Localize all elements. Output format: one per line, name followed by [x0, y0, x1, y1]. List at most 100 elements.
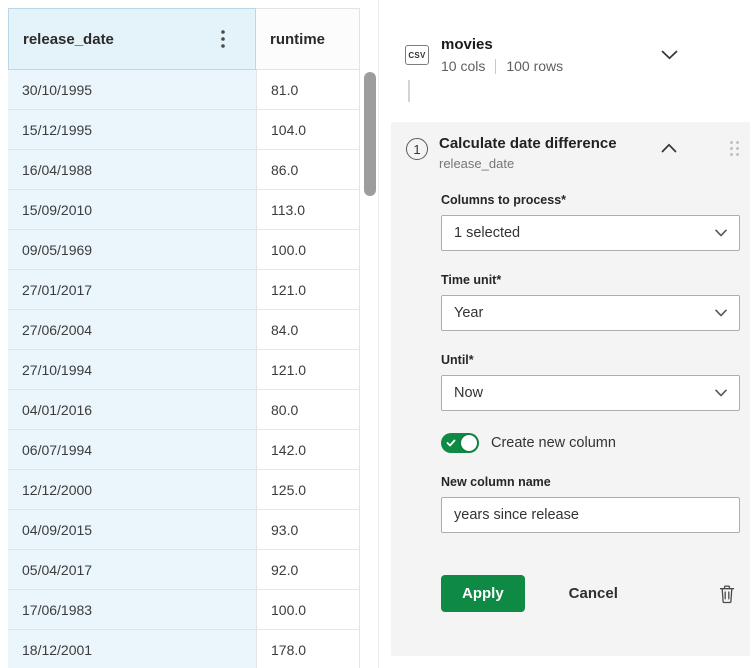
dataset-info: movies 10 cols 100 rows: [441, 36, 563, 74]
select-value: Year: [454, 305, 483, 321]
table-row: 15/09/2010113.0: [8, 190, 360, 230]
columns-to-process-field: Columns to process* 1 selected: [441, 193, 740, 251]
time-unit-select[interactable]: Year: [441, 295, 740, 331]
column-header-release-date[interactable]: release_date: [8, 8, 256, 70]
time-unit-field: Time unit* Year: [441, 273, 740, 331]
table-row: 15/12/1995104.0: [8, 110, 360, 150]
runtime-cell[interactable]: 104.0: [256, 110, 360, 150]
new-column-name-label: New column name: [441, 475, 740, 489]
table-row: 18/12/2001178.0: [8, 630, 360, 668]
table-row: 05/04/201792.0: [8, 550, 360, 590]
dataset-name[interactable]: movies: [441, 36, 563, 53]
runtime-cell[interactable]: 93.0: [256, 510, 360, 550]
chevron-down-icon: [715, 389, 727, 397]
table-row: 04/01/201680.0: [8, 390, 360, 430]
table-row: 06/07/1994142.0: [8, 430, 360, 470]
table-row: 16/04/198886.0: [8, 150, 360, 190]
check-icon: [446, 438, 456, 448]
step-card: 1 Calculate date difference release_date: [391, 122, 750, 656]
until-label: Until*: [441, 353, 740, 367]
table-body: 30/10/199581.015/12/1995104.016/04/19888…: [8, 70, 360, 668]
app-root: release_date runtime 30/10/199581.015/12…: [0, 0, 756, 668]
column-header-runtime[interactable]: runtime: [256, 8, 360, 70]
table-row: 09/05/1969100.0: [8, 230, 360, 270]
release-date-cell[interactable]: 12/12/2000: [8, 470, 256, 510]
release-date-cell[interactable]: 09/05/1969: [8, 230, 256, 270]
release-date-cell[interactable]: 27/10/1994: [8, 350, 256, 390]
new-column-name-field: New column name: [441, 475, 740, 533]
release-date-cell[interactable]: 05/04/2017: [8, 550, 256, 590]
release-date-cell[interactable]: 30/10/1995: [8, 70, 256, 110]
runtime-cell[interactable]: 84.0: [256, 310, 360, 350]
create-new-column-toggle[interactable]: [441, 433, 479, 453]
release-date-cell[interactable]: 06/07/1994: [8, 430, 256, 470]
select-value: 1 selected: [454, 225, 520, 241]
step-title: Calculate date difference: [439, 135, 617, 152]
column-menu-icon[interactable]: [221, 30, 225, 48]
column-header-label: release_date: [23, 31, 114, 48]
runtime-cell[interactable]: 178.0: [256, 630, 360, 668]
cancel-button[interactable]: Cancel: [569, 585, 618, 602]
dataset-meta: 10 cols 100 rows: [441, 58, 563, 74]
step-titles: Calculate date difference release_date: [439, 135, 617, 171]
collapse-chevron-up-icon[interactable]: [661, 143, 677, 153]
runtime-cell[interactable]: 100.0: [256, 590, 360, 630]
data-table: release_date runtime 30/10/199581.015/12…: [0, 0, 378, 668]
runtime-cell[interactable]: 121.0: [256, 350, 360, 390]
select-value: Now: [454, 385, 483, 401]
step-number-badge: 1: [406, 138, 428, 160]
release-date-cell[interactable]: 15/12/1995: [8, 110, 256, 150]
side-panel: CSV movies 10 cols 100 rows 1 Calculate …: [378, 0, 756, 668]
table-row: 17/06/1983100.0: [8, 590, 360, 630]
time-unit-label: Time unit*: [441, 273, 740, 287]
chevron-down-icon: [715, 229, 727, 237]
runtime-cell[interactable]: 125.0: [256, 470, 360, 510]
scrollbar-thumb[interactable]: [364, 72, 376, 196]
runtime-cell[interactable]: 142.0: [256, 430, 360, 470]
csv-badge-label: CSV: [408, 51, 425, 60]
runtime-cell[interactable]: 92.0: [256, 550, 360, 590]
runtime-cell[interactable]: 81.0: [256, 70, 360, 110]
release-date-cell[interactable]: 27/01/2017: [8, 270, 256, 310]
step-footer: Apply Cancel: [441, 575, 740, 612]
drag-handle-icon[interactable]: [729, 140, 740, 157]
table-row: 30/10/199581.0: [8, 70, 360, 110]
release-date-cell[interactable]: 04/09/2015: [8, 510, 256, 550]
release-date-cell[interactable]: 16/04/1988: [8, 150, 256, 190]
columns-to-process-label: Columns to process*: [441, 193, 740, 207]
meta-divider: [495, 59, 496, 74]
step-subtitle: release_date: [439, 156, 617, 171]
release-date-cell[interactable]: 27/06/2004: [8, 310, 256, 350]
release-date-cell[interactable]: 04/01/2016: [8, 390, 256, 430]
table-row: 27/10/1994121.0: [8, 350, 360, 390]
table-row: 12/12/2000125.0: [8, 470, 360, 510]
runtime-cell[interactable]: 86.0: [256, 150, 360, 190]
release-date-cell[interactable]: 18/12/2001: [8, 630, 256, 668]
until-field: Until* Now: [441, 353, 740, 411]
table-row: 27/01/2017121.0: [8, 270, 360, 310]
create-new-column-label: Create new column: [491, 435, 616, 451]
new-column-name-input[interactable]: [441, 497, 740, 533]
dataset-rows-count: 100 rows: [506, 58, 563, 74]
table-row: 04/09/201593.0: [8, 510, 360, 550]
release-date-cell[interactable]: 17/06/1983: [8, 590, 256, 630]
release-date-cell[interactable]: 15/09/2010: [8, 190, 256, 230]
delete-step-button[interactable]: [718, 584, 736, 604]
runtime-cell[interactable]: 121.0: [256, 270, 360, 310]
apply-button[interactable]: Apply: [441, 575, 525, 612]
column-header-label: runtime: [270, 31, 325, 48]
timeline-connector: [408, 80, 410, 102]
step-form: Columns to process* 1 selected Time unit…: [441, 193, 740, 612]
dataset-chevron-down-icon[interactable]: [661, 50, 678, 60]
runtime-cell[interactable]: 113.0: [256, 190, 360, 230]
trash-icon: [718, 584, 736, 604]
chevron-down-icon: [715, 309, 727, 317]
create-new-column-row: Create new column: [441, 433, 740, 453]
columns-to-process-select[interactable]: 1 selected: [441, 215, 740, 251]
table-row: 27/06/200484.0: [8, 310, 360, 350]
runtime-cell[interactable]: 80.0: [256, 390, 360, 430]
runtime-cell[interactable]: 100.0: [256, 230, 360, 270]
csv-file-icon: CSV: [405, 45, 429, 65]
step-card-header: 1 Calculate date difference release_date: [406, 135, 740, 171]
until-select[interactable]: Now: [441, 375, 740, 411]
